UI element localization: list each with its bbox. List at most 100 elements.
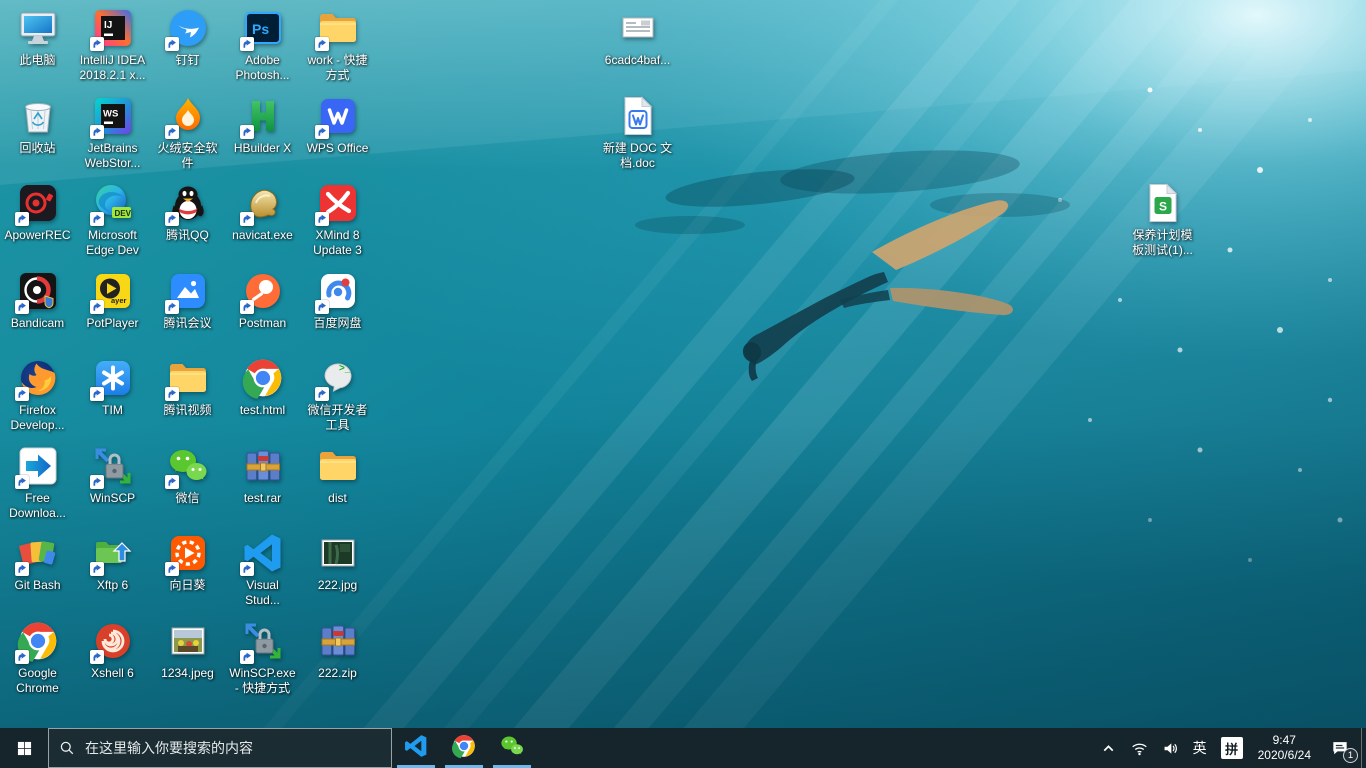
xshell-icon bbox=[91, 619, 135, 663]
language-indicator[interactable]: 英 bbox=[1186, 728, 1214, 768]
start-button[interactable] bbox=[0, 728, 48, 768]
ime-indicator[interactable]: 拼 bbox=[1214, 728, 1250, 768]
meeting-icon bbox=[166, 269, 210, 313]
shortcut-arrow-overlay-icon bbox=[240, 125, 254, 139]
desktop-icon-label: 新建 DOC 文 档.doc bbox=[603, 141, 672, 171]
hidden-icons-chevron[interactable] bbox=[1093, 728, 1124, 768]
desktop-icon-label: Microsoft Edge Dev bbox=[86, 228, 139, 258]
sunflower-icon bbox=[166, 531, 210, 575]
desktop-icon-label: test.html bbox=[240, 403, 285, 418]
taskbar-search-box[interactable] bbox=[48, 728, 392, 768]
shortcut-arrow-overlay-icon bbox=[90, 37, 104, 51]
folder-icon bbox=[316, 6, 360, 50]
desktop-icon-baidu-netdisk[interactable]: 百度网盘 bbox=[300, 269, 375, 331]
volume-icon bbox=[1162, 740, 1179, 757]
desktop-icon-google-chrome[interactable]: Google Chrome bbox=[0, 619, 75, 696]
desktop-icon-bandicam[interactable]: Bandicam bbox=[0, 269, 75, 331]
winscp-icon bbox=[241, 619, 285, 663]
edgedev-icon: DEV bbox=[91, 181, 135, 225]
desktop-icon-6cadc4baf-image[interactable]: 6cadc4baf... bbox=[600, 6, 675, 68]
shortcut-arrow-overlay-icon bbox=[15, 212, 29, 226]
desktop-icon-xshell-6[interactable]: Xshell 6 bbox=[75, 619, 150, 681]
desktop-icon-tim[interactable]: TIM bbox=[75, 356, 150, 418]
desktop-icon-winscp[interactable]: WinSCP bbox=[75, 444, 150, 506]
wps-icon bbox=[316, 94, 360, 138]
chrome-icon bbox=[241, 356, 285, 400]
taskbar-app-wechat[interactable] bbox=[488, 728, 536, 768]
desktop-icon-test-html[interactable]: test.html bbox=[225, 356, 300, 418]
desktop-icon-visual-studio-code[interactable]: Visual Stud... bbox=[225, 531, 300, 608]
desktop-icon-label: Xshell 6 bbox=[91, 666, 134, 681]
desktop-icon-dist-folder[interactable]: dist bbox=[300, 444, 375, 506]
search-input[interactable] bbox=[85, 740, 381, 756]
desktop-icon-jetbrains-webstorm[interactable]: WSJetBrains WebStor... bbox=[75, 94, 150, 171]
desktop-icon-hbuilder-x[interactable]: HBuilder X bbox=[225, 94, 300, 156]
desktop-icon-tencent-video[interactable]: 腾讯视频 bbox=[150, 356, 225, 418]
desktop-icon-222-jpg[interactable]: 222.jpg bbox=[300, 531, 375, 593]
desktop-icon-potplayer[interactable]: ayerPotPlayer bbox=[75, 269, 150, 331]
action-center-button[interactable]: 1 bbox=[1319, 728, 1361, 768]
search-icon bbox=[59, 740, 75, 756]
desktop-icon-wechat-devtools[interactable]: >_微信开发者 工具 bbox=[300, 356, 375, 433]
desktop-icon-1234-jpeg[interactable]: 1234.jpeg bbox=[150, 619, 225, 681]
shortcut-arrow-overlay-icon bbox=[90, 562, 104, 576]
desktop-icon-xftp-6[interactable]: Xftp 6 bbox=[75, 531, 150, 593]
shortcut-arrow-overlay-icon bbox=[315, 37, 329, 51]
desktop-icon-huorong-security[interactable]: 火绒安全软 件 bbox=[150, 94, 225, 171]
desktop-icon-wps-office[interactable]: WPS Office bbox=[300, 94, 375, 156]
desktop-icon-navicat[interactable]: navicat.exe bbox=[225, 181, 300, 243]
desktop-icon-dingtalk[interactable]: 钉钉 bbox=[150, 6, 225, 68]
desktop-icon-firefox-developer[interactable]: Firefox Develop... bbox=[0, 356, 75, 433]
wifi-indicator[interactable] bbox=[1124, 728, 1155, 768]
desktop-icon-free-download-manager[interactable]: Free Downloa... bbox=[0, 444, 75, 521]
shortcut-arrow-overlay-icon bbox=[240, 37, 254, 51]
desktop-icon-git-bash[interactable]: Git Bash bbox=[0, 531, 75, 593]
desktop-icon-this-pc[interactable]: 此电脑 bbox=[0, 6, 75, 68]
desktop-icon-winscp-exe-shortcut[interactable]: WinSCP.exe - 快捷方式 bbox=[225, 619, 300, 696]
intellij-icon: IJ bbox=[91, 6, 135, 50]
wechat-icon bbox=[166, 444, 210, 488]
desktop-icon-maintenance-plan-template[interactable]: S保养计划模 板测试(1)... bbox=[1125, 181, 1200, 258]
show-desktop-button[interactable] bbox=[1361, 728, 1366, 768]
chevron-up-icon bbox=[1100, 740, 1117, 757]
desktop-icon-wechat[interactable]: 微信 bbox=[150, 444, 225, 506]
desktop-icon-apowerrec[interactable]: ApowerREC bbox=[0, 181, 75, 243]
desktop-icon-work-folder-shortcut[interactable]: work - 快捷 方式 bbox=[300, 6, 375, 83]
desktop-icon-new-doc-document[interactable]: 新建 DOC 文 档.doc bbox=[600, 94, 675, 171]
desktop-icon-label: 微信 bbox=[175, 491, 199, 506]
desktop-icon-label: Google Chrome bbox=[16, 666, 59, 696]
desktop-icon-label: WinSCP.exe - 快捷方式 bbox=[229, 666, 295, 696]
taskbar-app-chrome[interactable] bbox=[440, 728, 488, 768]
desktop-icon-222-zip[interactable]: 222.zip bbox=[300, 619, 375, 681]
shortcut-arrow-overlay-icon bbox=[15, 475, 29, 489]
xmind-icon bbox=[316, 181, 360, 225]
desktop-icon-xmind-8[interactable]: XMind 8 Update 3 bbox=[300, 181, 375, 258]
desktop-icon-label: test.rar bbox=[244, 491, 281, 506]
taskbar-app-vscode[interactable] bbox=[392, 728, 440, 768]
taskbar-clock[interactable]: 9:47 2020/6/24 bbox=[1250, 733, 1319, 763]
wpset-icon: S bbox=[1141, 181, 1185, 225]
desktop-icon-label: Git Bash bbox=[14, 578, 60, 593]
shortcut-arrow-overlay-icon bbox=[240, 562, 254, 576]
desktop-icon-label: 微信开发者 工具 bbox=[307, 403, 367, 433]
chrome-icon bbox=[16, 619, 60, 663]
shortcut-arrow-overlay-icon bbox=[165, 125, 179, 139]
desktop-icon-label: navicat.exe bbox=[232, 228, 293, 243]
desktop-icon-sunflower-remote[interactable]: 向日葵 bbox=[150, 531, 225, 593]
desktop-icon-test-rar[interactable]: test.rar bbox=[225, 444, 300, 506]
desktop-icon-tencent-qq[interactable]: 腾讯QQ bbox=[150, 181, 225, 243]
volume-indicator[interactable] bbox=[1155, 728, 1186, 768]
shortcut-arrow-overlay-icon bbox=[165, 300, 179, 314]
desktop-icon-postman[interactable]: Postman bbox=[225, 269, 300, 331]
svg-text:S: S bbox=[1159, 200, 1167, 214]
desktop-icon-tencent-meeting[interactable]: 腾讯会议 bbox=[150, 269, 225, 331]
desktop-icon-microsoft-edge-dev[interactable]: DEVMicrosoft Edge Dev bbox=[75, 181, 150, 258]
shortcut-arrow-overlay-icon bbox=[240, 300, 254, 314]
desktop-icon-adobe-photoshop[interactable]: PsAdobe Photosh... bbox=[225, 6, 300, 83]
webstorm-icon: WS bbox=[91, 94, 135, 138]
desktop-icon-label: 火绒安全软 件 bbox=[157, 141, 217, 171]
postman-icon bbox=[241, 269, 285, 313]
chrome-icon bbox=[451, 733, 477, 764]
desktop-icon-recycle-bin[interactable]: 回收站 bbox=[0, 94, 75, 156]
desktop-icon-intellij-idea[interactable]: IJIntelliJ IDEA 2018.2.1 x... bbox=[75, 6, 150, 83]
